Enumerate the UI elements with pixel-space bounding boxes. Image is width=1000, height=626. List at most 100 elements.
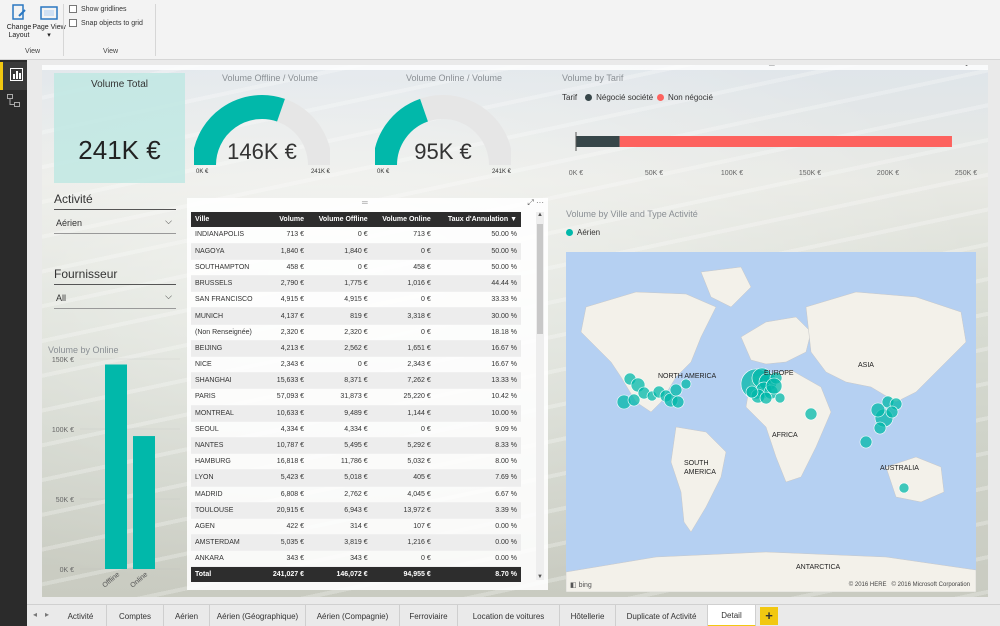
- table-row[interactable]: AMSTERDAM 5,035 €3,819 €1,216 €0.00 %: [191, 534, 521, 552]
- map-canvas[interactable]: NORTH AMERICA EUROPE ASIA AFRICA SOUTH A…: [566, 252, 976, 592]
- slicer-fournisseur-dropdown[interactable]: All ⌵: [54, 291, 176, 309]
- city-bubble: [669, 383, 683, 397]
- table-row[interactable]: AGEN 422 €314 €107 €0.00 %: [191, 518, 521, 536]
- table-cell: 5,423 €: [264, 469, 309, 487]
- table-cell: 1,840 €: [308, 243, 372, 260]
- table-scrollbar[interactable]: ▲ ▼: [536, 212, 544, 580]
- volume-total-card[interactable]: Volume Total 241K €: [54, 73, 185, 183]
- table-row[interactable]: SHANGHAI 15,633 €8,371 €7,262 €13.33 %: [191, 372, 521, 390]
- table-row[interactable]: SOUTHAMPTON 458 €0 €458 €50.00 %: [191, 259, 521, 277]
- tab-a-rien-compagnie-[interactable]: Aérien (Compagnie): [306, 605, 400, 626]
- tarif-bar-chart[interactable]: 0K € 50K € 100K € 150K € 200K € 250K €: [556, 109, 986, 199]
- visual-header-icons[interactable]: ⤢ ···: [965, 65, 982, 69]
- scroll-down-icon[interactable]: ▼: [536, 574, 544, 580]
- tab-detail[interactable]: Detail: [708, 605, 756, 626]
- tab-ferroviaire[interactable]: Ferroviaire: [400, 605, 458, 626]
- gauge-offline[interactable]: 146K € 0K € 241K €: [192, 89, 332, 179]
- column-header[interactable]: Volume Online: [371, 212, 435, 227]
- visual-header-icons[interactable]: ⤢ ···: [527, 198, 544, 208]
- snap-objects-checkbox[interactable]: Snap objects to grid: [69, 19, 143, 27]
- table-row[interactable]: NICE 2,343 €0 €2,343 €16.67 %: [191, 356, 521, 374]
- table-row[interactable]: HAMBURG 16,818 €11,786 €5,032 €8.00 %: [191, 453, 521, 471]
- table-row[interactable]: LYON 5,423 €5,018 €405 €7.69 %: [191, 469, 521, 487]
- gauge-online[interactable]: 95K € 0K € 241K €: [373, 89, 513, 179]
- legend-item[interactable]: Non négocié: [668, 93, 713, 102]
- map-title: Volume by Ville and Type Activité: [566, 209, 698, 219]
- sort-desc-icon[interactable]: ▼: [508, 216, 517, 223]
- table-cell: 4,213 €: [264, 340, 309, 358]
- show-gridlines-checkbox[interactable]: Show gridlines: [69, 5, 127, 13]
- tab-h-tellerie[interactable]: Hôtellerie: [560, 605, 616, 626]
- city-table-visual[interactable]: ═ ⤢ ··· Ville Volume Volume Offline Volume …: [187, 198, 548, 590]
- focus-mode-icon[interactable]: ⤢: [965, 65, 971, 68]
- table-row[interactable]: (Non Renseignée) 2,320 €2,320 €0 €18.18 %: [191, 324, 521, 341]
- table-cell: 9.09 %: [434, 421, 521, 438]
- bar-chart[interactable]: 0K € 50K € 100K € 150K € Offline Online: [46, 357, 186, 597]
- map-visual[interactable]: Volume by Ville and Type Activité Aérien: [556, 205, 986, 597]
- table-row[interactable]: MUNICH 4,137 €819 €3,318 €30.00 %: [191, 307, 521, 325]
- column-header[interactable]: Ville: [191, 212, 265, 227]
- legend-item[interactable]: Aérien: [577, 228, 600, 237]
- label-asia: ASIA: [858, 362, 874, 369]
- x-tick-label: 150K €: [799, 170, 821, 177]
- table-row[interactable]: NAGOYA 1,840 €1,840 €0 €50.00 %: [191, 243, 521, 260]
- table-cell: 0.00 %: [434, 518, 521, 536]
- page-view-button[interactable]: Page View ▾: [32, 4, 66, 46]
- table-cell: NICE: [191, 356, 265, 374]
- table-cell: 819 €: [308, 307, 372, 325]
- table-cell: 0 €: [308, 259, 372, 277]
- tarif-chart-visual[interactable]: ═ ⤢ ··· Volume by Tarif Tarif Négocié so…: [556, 65, 986, 205]
- tab-duplicate-of-activit-[interactable]: Duplicate of Activité: [616, 605, 708, 626]
- table-cell: ANKARA: [191, 550, 265, 568]
- relationships-view-button[interactable]: [0, 88, 27, 116]
- table-row[interactable]: BEIJING 4,213 €2,562 €1,651 €16.67 %: [191, 340, 521, 358]
- tab-activit-[interactable]: Activité: [55, 605, 107, 626]
- table-cell: MONTREAL: [191, 405, 265, 422]
- tab-comptes[interactable]: Comptes: [107, 605, 164, 626]
- slicer-activite[interactable]: Activité Aérien ⌵: [54, 192, 176, 234]
- table-cell: 2,320 €: [308, 324, 372, 341]
- city-bubble: [774, 392, 786, 404]
- table-cell: 5,292 €: [371, 437, 435, 455]
- slicer-activite-dropdown[interactable]: Aérien ⌵: [54, 216, 176, 234]
- more-options-icon[interactable]: ···: [536, 198, 544, 207]
- scroll-up-icon[interactable]: ▲: [536, 212, 544, 218]
- change-layout-button[interactable]: Change Layout: [2, 4, 36, 46]
- slicer-fournisseur[interactable]: Fournisseur All ⌵: [54, 267, 176, 309]
- tab-prev-icon[interactable]: ◂: [33, 610, 37, 619]
- table-row[interactable]: BRUSSELS 2,790 €1,775 €1,016 €44.44 %: [191, 275, 521, 293]
- focus-mode-icon[interactable]: ⤢: [527, 198, 533, 207]
- table-row[interactable]: SEOUL 4,334 €4,334 €0 €9.09 %: [191, 421, 521, 438]
- tab-a-rien[interactable]: Aérien: [164, 605, 210, 626]
- column-header[interactable]: Volume: [264, 212, 309, 227]
- checkbox-box[interactable]: [69, 5, 77, 13]
- scrollbar-thumb[interactable]: [537, 224, 543, 334]
- table-row[interactable]: SAN FRANCISCO 4,915 €4,915 €0 €33.33 %: [191, 291, 521, 309]
- legend-dot: [566, 229, 573, 236]
- table-row[interactable]: NANTES 10,787 €5,495 €5,292 €8.33 %: [191, 437, 521, 455]
- add-page-button[interactable]: +: [760, 607, 778, 625]
- table-row[interactable]: PARIS 57,093 €31,873 €25,220 €10.42 %: [191, 388, 521, 406]
- table-row[interactable]: INDIANAPOLIS 713 €0 €713 €50.00 %: [191, 227, 521, 244]
- report-view-button[interactable]: [0, 62, 27, 90]
- drag-handle-icon[interactable]: ═: [769, 65, 775, 69]
- tab-location-de-voitures[interactable]: Location de voitures: [458, 605, 560, 626]
- bar-offline: [105, 364, 127, 569]
- table-row[interactable]: ANKARA 343 €343 €0 €0.00 %: [191, 550, 521, 568]
- table-cell: 10.42 %: [434, 388, 521, 406]
- column-header[interactable]: Volume Offline: [308, 212, 372, 227]
- checkbox-box[interactable]: [69, 19, 77, 27]
- table-cell: 4,334 €: [264, 421, 309, 438]
- more-options-icon[interactable]: ···: [974, 65, 982, 68]
- column-header[interactable]: Taux d'Annulation ▼: [434, 212, 521, 227]
- table-cell: 314 €: [308, 518, 372, 536]
- tab-a-rien-g-ographique-[interactable]: Aérien (Géographique): [210, 605, 306, 626]
- table-cell: 5,032 €: [371, 453, 435, 471]
- table-row[interactable]: MADRID 6,808 €2,762 €4,045 €6.67 %: [191, 486, 521, 503]
- table-row[interactable]: TOULOUSE 20,915 €6,943 €13,972 €3.39 %: [191, 502, 521, 519]
- table-row[interactable]: MONTREAL 10,633 €9,489 €1,144 €10.00 %: [191, 405, 521, 422]
- legend-item[interactable]: Négocié société: [596, 93, 653, 102]
- tab-next-icon[interactable]: ▸: [45, 610, 49, 619]
- table-cell: 5,018 €: [308, 469, 372, 487]
- drag-handle-icon[interactable]: ═: [362, 198, 368, 207]
